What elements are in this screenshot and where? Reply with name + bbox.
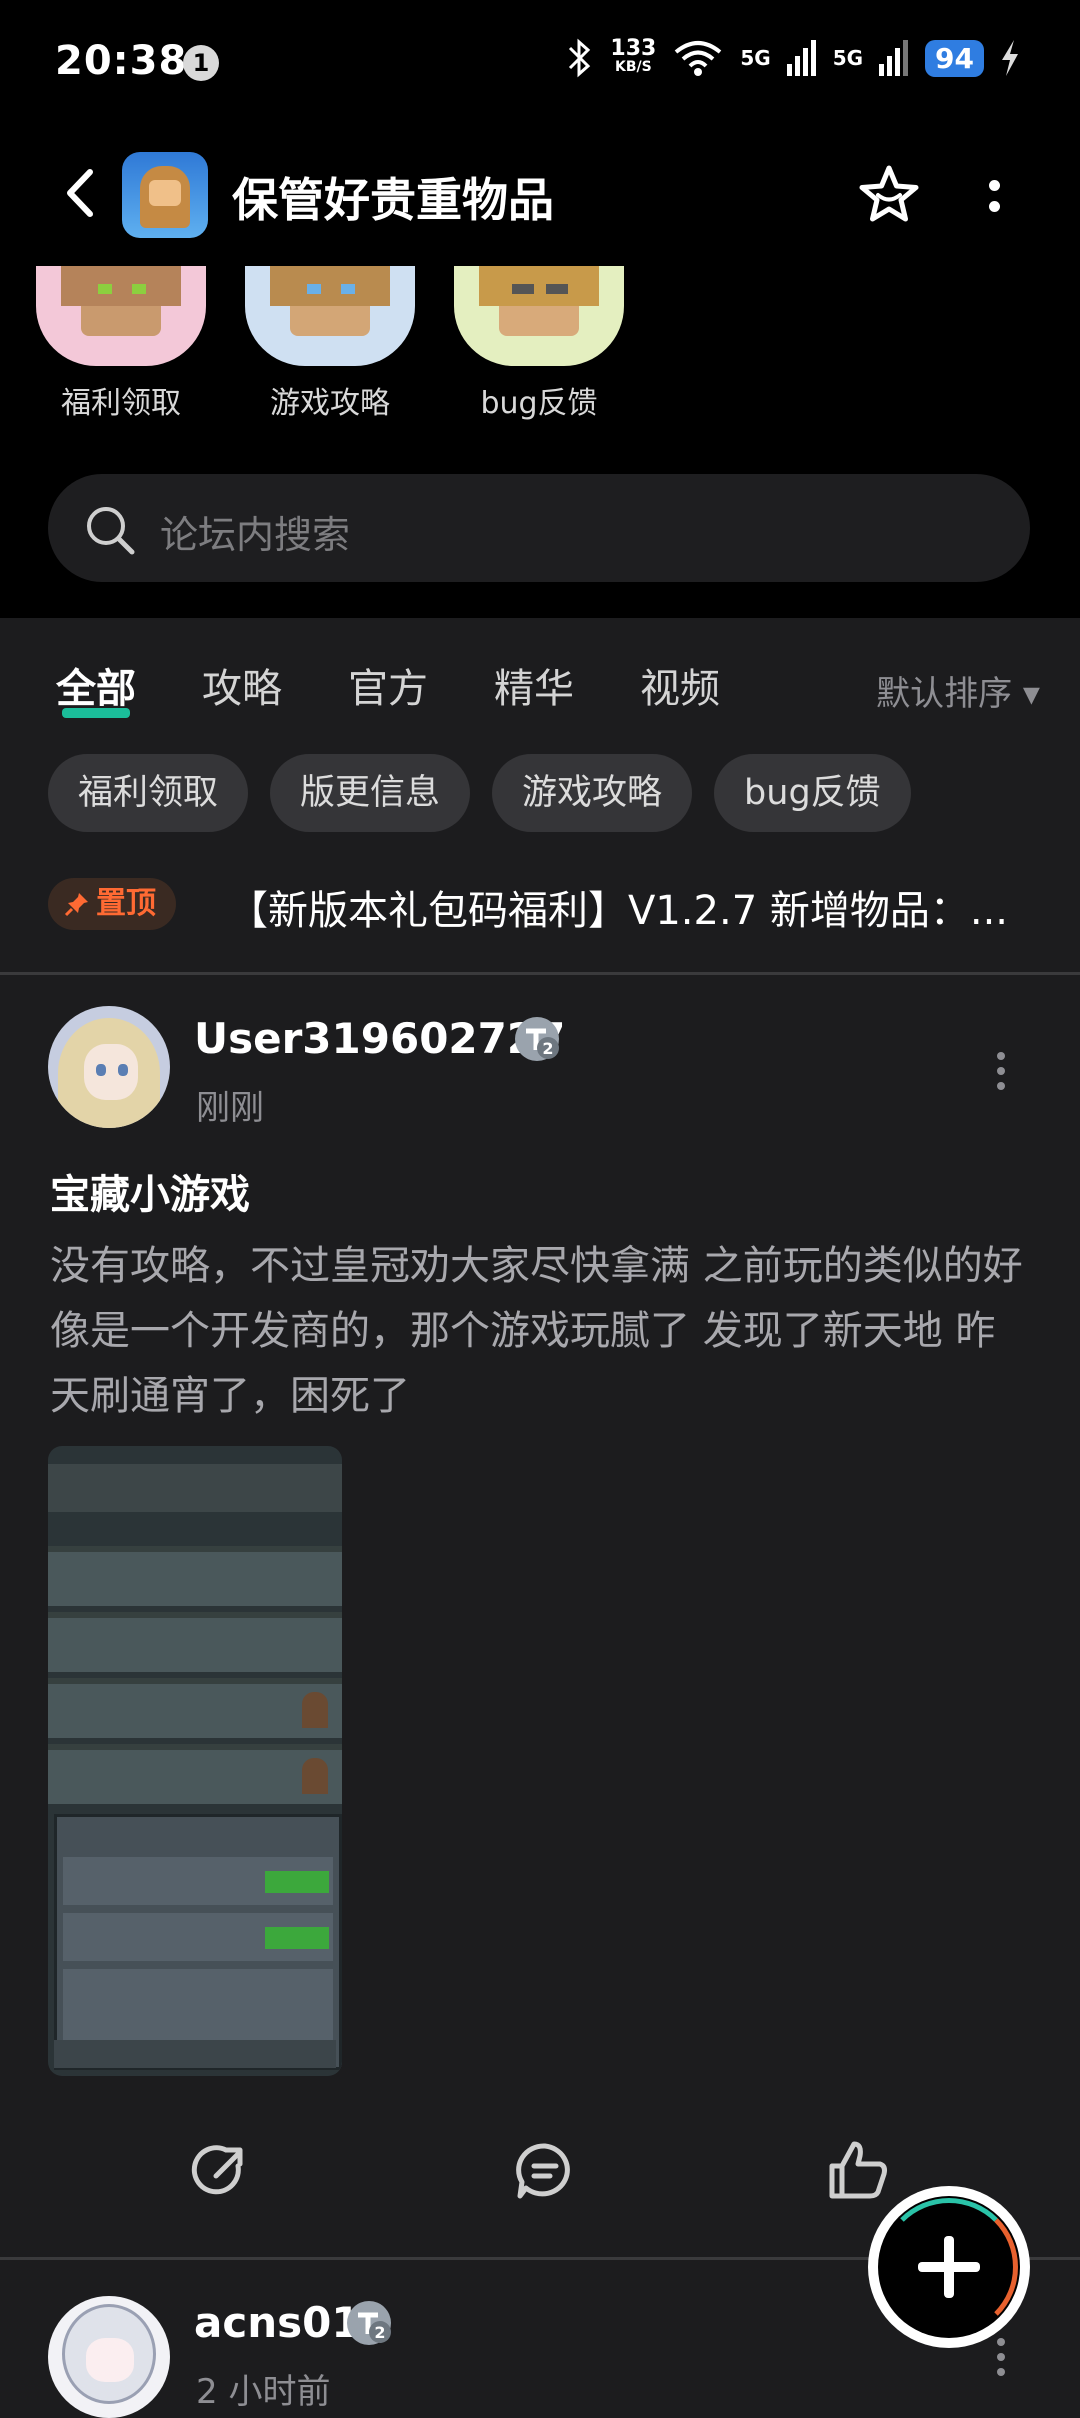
category-shortcuts: 福利领取 游戏攻略 bug反馈 bbox=[0, 266, 1080, 426]
pinned-post-title: 【新版本礼包码福利】V1.2.7 新增物品：... bbox=[228, 888, 1008, 934]
sort-dropdown[interactable]: 默认排序 ▾ bbox=[876, 666, 1040, 715]
avatar[interactable] bbox=[48, 1006, 170, 1128]
tab-video[interactable]: 视频 bbox=[640, 656, 720, 714]
category-guide-image bbox=[245, 266, 415, 366]
network-speed: 133 KB/S bbox=[610, 38, 656, 76]
search-icon bbox=[87, 507, 135, 555]
category-welfare[interactable]: 福利领取 bbox=[36, 266, 206, 422]
pin-icon bbox=[64, 893, 88, 917]
share-icon[interactable] bbox=[186, 2136, 256, 2206]
battery-level: 94 bbox=[925, 39, 984, 77]
level-number: 2 bbox=[374, 2323, 385, 2342]
pinned-badge: 置顶 bbox=[48, 878, 176, 930]
status-bar: 20:38 1 133 KB/S 5G 5G 94 bbox=[0, 0, 1080, 130]
tab-all[interactable]: 全部 bbox=[56, 656, 136, 718]
compose-post-button[interactable] bbox=[868, 2186, 1030, 2348]
post-more-icon[interactable] bbox=[994, 2338, 1008, 2378]
category-label: 游戏攻略 bbox=[270, 386, 390, 421]
signal-1-label: 5G bbox=[740, 46, 771, 70]
tab-label: 全部 bbox=[56, 666, 136, 712]
chip-guide[interactable]: 游戏攻略 bbox=[492, 754, 693, 832]
notification-count-badge: 1 bbox=[183, 45, 219, 81]
bluetooth-icon bbox=[569, 38, 591, 78]
level-badge-icon: 2 bbox=[515, 1017, 559, 1061]
status-time: 20:38 bbox=[55, 38, 188, 84]
post-time: 2 小时前 bbox=[196, 2372, 331, 2412]
post-time: 刚刚 bbox=[196, 1088, 264, 1128]
tab-featured[interactable]: 精华 bbox=[494, 656, 574, 714]
forum-tabs: 全部 攻略 官方 精华 视频 默认排序 ▾ bbox=[0, 650, 1080, 730]
avatar[interactable] bbox=[48, 2296, 170, 2418]
tab-guide[interactable]: 攻略 bbox=[202, 656, 282, 714]
comment-icon[interactable] bbox=[510, 2136, 580, 2206]
post-username[interactable]: acns01 bbox=[194, 2298, 361, 2347]
title-bar: 保管好贵重物品 bbox=[0, 140, 1080, 250]
favorite-star-icon[interactable] bbox=[856, 162, 922, 228]
forum-search-input[interactable]: 论坛内搜索 bbox=[48, 474, 1030, 582]
post-card[interactable]: User319602727 2 刚刚 宝藏小游戏 没有攻略，不过皇冠劝大家尽快拿… bbox=[0, 976, 1080, 2256]
back-icon[interactable] bbox=[60, 168, 100, 218]
divider bbox=[0, 972, 1080, 975]
network-speed-unit: KB/S bbox=[615, 59, 652, 75]
level-number: 2 bbox=[542, 1039, 553, 1058]
pinned-post[interactable]: 置顶 【新版本礼包码福利】V1.2.7 新增物品：... bbox=[48, 874, 1038, 934]
category-guide[interactable]: 游戏攻略 bbox=[245, 266, 415, 422]
category-welfare-image bbox=[36, 266, 206, 366]
chip-welfare[interactable]: 福利领取 bbox=[48, 754, 249, 832]
tab-official[interactable]: 官方 bbox=[348, 656, 428, 714]
more-options-icon[interactable] bbox=[982, 176, 1006, 216]
category-bug-image bbox=[454, 266, 624, 366]
pinned-badge-label: 置顶 bbox=[96, 886, 156, 921]
category-bug-report[interactable]: bug反馈 bbox=[454, 266, 624, 422]
plus-icon-vertical bbox=[944, 2236, 954, 2298]
search-placeholder: 论坛内搜索 bbox=[160, 513, 351, 557]
header-area: 20:38 1 133 KB/S 5G 5G 94 保管好贵重物品 福利领取 游… bbox=[0, 0, 1080, 618]
chip-bug-report[interactable]: bug反馈 bbox=[714, 754, 911, 832]
chip-version-info[interactable]: 版更信息 bbox=[270, 754, 471, 832]
category-label: 福利领取 bbox=[61, 386, 181, 421]
category-label: bug反馈 bbox=[480, 386, 598, 421]
wifi-icon bbox=[675, 41, 722, 76]
signal-1-icon bbox=[786, 40, 816, 76]
charging-icon bbox=[1002, 40, 1018, 76]
filter-chips: 福利领取 版更信息 游戏攻略 bug反馈 bbox=[48, 754, 911, 832]
page-title: 保管好贵重物品 bbox=[232, 173, 554, 227]
post-title[interactable]: 宝藏小游戏 bbox=[50, 1162, 250, 1220]
post-image-game-screenshot[interactable] bbox=[48, 1446, 342, 2076]
signal-2-icon bbox=[879, 40, 909, 76]
signal-2-label: 5G bbox=[832, 46, 864, 70]
like-icon[interactable] bbox=[824, 2136, 894, 2206]
post-username[interactable]: User319602727 bbox=[194, 1014, 565, 1063]
app-icon bbox=[122, 152, 208, 238]
level-badge-icon: 2 bbox=[347, 2301, 391, 2345]
post-more-icon[interactable] bbox=[994, 1052, 1008, 1092]
post-body[interactable]: 没有攻略，不过皇冠劝大家尽快拿满 之前玩的类似的好像是一个开发商的，那个游戏玩腻… bbox=[50, 1234, 1030, 1429]
